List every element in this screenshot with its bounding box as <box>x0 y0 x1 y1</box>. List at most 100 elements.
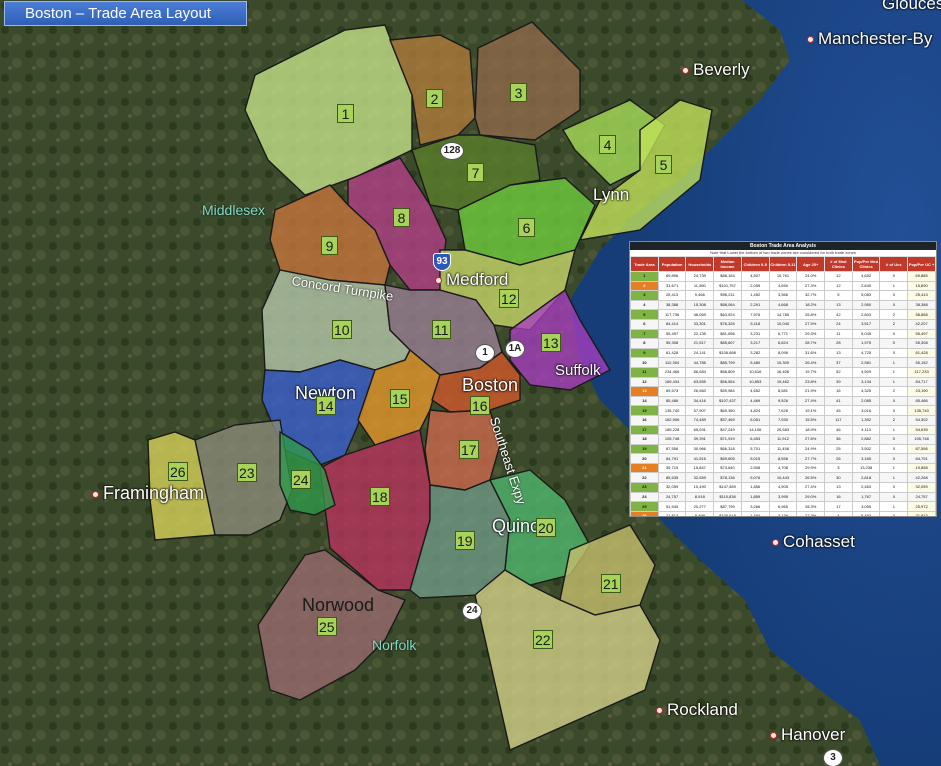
table-row: 22 85,535 32,559 $78,136 5,076 10,443 26.5% 30 2… <box>630 472 936 484</box>
table-cell: 5,480 <box>740 357 770 368</box>
table-cell: 5,118 <box>740 318 770 330</box>
table-cell: 1,452 <box>740 290 770 301</box>
table-cell: 11 <box>824 328 853 340</box>
table-cell: 1 <box>879 462 909 474</box>
table-cell: 5,076 <box>740 472 770 484</box>
table-cell: 4,652 <box>851 271 881 282</box>
place-manchester-label: Manchester-By <box>818 29 933 48</box>
table-cell: 39 <box>824 376 853 388</box>
table-cell: 12 <box>824 271 853 282</box>
zone-label-7: 7 <box>467 163 484 182</box>
table-cell: 4,469 <box>740 395 770 407</box>
table-cell: 21,813 <box>907 510 936 516</box>
table-cell: 19,462 <box>768 376 798 388</box>
place-medford: Medford <box>435 270 508 290</box>
table-cell: 13,238 <box>851 462 881 474</box>
place-rockland: Rockland <box>656 700 738 720</box>
table-cell: 32.7% <box>796 290 826 301</box>
table-cell: 42,207 <box>907 318 936 330</box>
table-cell: 0 <box>879 510 909 516</box>
table-cell: 6,824 <box>768 338 798 349</box>
table-cell: 4,509 <box>851 366 881 378</box>
city-dot-icon <box>772 539 779 547</box>
interstate-93-shield-icon: 93 <box>433 253 451 271</box>
table-cell: 15,847 <box>685 462 715 474</box>
table-cell: 55,497 <box>907 328 936 340</box>
table-cell: 14 <box>630 395 659 407</box>
table-cell: 5 <box>824 290 853 301</box>
table-row: 5 117,736 46,059 $63,924 7,976 14,785 25.8% 42 2… <box>630 309 936 320</box>
table-cell: 3,217 <box>740 338 770 349</box>
city-dot-icon <box>770 732 777 740</box>
route-1a-shield-icon: 1A <box>505 340 525 358</box>
table-cell: 21 <box>630 462 659 474</box>
table-cell: 5 <box>630 309 659 320</box>
table-cell: 2 <box>879 414 909 426</box>
table-cell: 87,556 <box>907 443 936 455</box>
map-stage[interactable]: Boston – Trade Area Layout Glouces Manch… <box>0 0 941 766</box>
zone-label-21: 21 <box>601 574 621 593</box>
table-row: 19 87,556 30,966 $66,318 5,701 11,458 24.9% 25 3… <box>630 443 936 455</box>
table-row: 21 39,715 15,847 $73,640 2,508 4,708 29.9% 3 13,… <box>630 462 936 474</box>
table-cell: 13 <box>824 347 853 359</box>
table-cell: 46,059 <box>685 309 715 320</box>
region-suffolk: Suffolk <box>555 362 601 379</box>
table-cell: 1 <box>879 501 909 512</box>
table-cell: 2 <box>630 280 659 292</box>
table-row: 15 135,740 57,907 $69,350 4,824 7,626 19.1% 45 3… <box>630 405 936 416</box>
zone-label-26: 26 <box>168 462 188 481</box>
place-cohasset: Cohasset <box>772 532 855 552</box>
table-cell: $56,554 <box>713 376 742 388</box>
table-cell: 4,905 <box>768 482 798 493</box>
table-cell: 105,748 <box>907 434 936 445</box>
place-hanover: Hanover <box>770 725 845 745</box>
table-row: 8 55,308 21,517 $85,607 3,217 6,824 28.7% 28 1,9… <box>630 338 936 349</box>
table-cell: 28 <box>824 338 853 349</box>
table-cell: 1 <box>879 376 909 388</box>
table-row: 4 38,388 15,308 $88,064 2,291 4,668 18.2% 13 2,9… <box>630 299 936 311</box>
table-cell: 6,771 <box>768 328 798 340</box>
table-cell: 13 <box>824 482 853 493</box>
table-cell: 117,233 <box>907 366 936 378</box>
table-header-cell: Households <box>685 256 715 272</box>
zone-label-5: 5 <box>655 155 672 174</box>
table-header-cell: Children 5-11 <box>768 256 798 272</box>
table-cell: 15 <box>630 405 659 416</box>
table-cell: 5,701 <box>740 443 770 455</box>
table-cell: 34,416 <box>685 395 715 407</box>
table-cell: 26.4% <box>796 357 826 368</box>
table-cell: 27.3% <box>796 280 826 292</box>
table-cell: 7,930 <box>768 414 798 426</box>
table-cell: $101,757 <box>713 280 742 292</box>
table-cell: 55,497 <box>657 328 687 340</box>
table-cell: 4,113 <box>851 424 881 436</box>
table-cell: 54,302 <box>907 414 936 426</box>
table-cell: 25,972 <box>907 501 936 512</box>
table-cell: 2,463 <box>851 482 881 493</box>
zone-label-15: 15 <box>390 389 410 408</box>
table-cell: 117 <box>824 414 853 426</box>
table-cell: 169,434 <box>657 376 687 388</box>
table-cell: $106,688 <box>713 347 742 359</box>
table-cell: 3 <box>630 290 659 301</box>
table-cell: 7 <box>630 328 659 340</box>
place-manchester: Manchester-By <box>807 29 932 49</box>
table-cell: 85,535 <box>657 472 687 484</box>
table-cell: 1 <box>879 366 909 378</box>
table-cell: 0 <box>879 434 909 445</box>
table-cell: 8,096 <box>768 347 798 359</box>
zone-label-22: 22 <box>533 630 553 649</box>
trade-area-analysis-table: Boston Trade Area Analysis Note that Low… <box>629 241 937 517</box>
table-cell: 52 <box>824 366 853 378</box>
table-cell: 84,717 <box>907 376 936 388</box>
table-cell: $88,154 <box>713 271 742 282</box>
table-cell: 14,785 <box>768 309 798 320</box>
table-cell: 2 <box>879 318 909 330</box>
table-cell: 9,466 <box>685 290 715 301</box>
table-cell: 0 <box>879 395 909 407</box>
table-cell: 74,489 <box>685 414 715 426</box>
table-cell: 23,190 <box>907 386 936 397</box>
table-cell: 31,671 <box>657 280 687 292</box>
table-cell: 2 <box>879 309 909 320</box>
table-cell: 13 <box>630 386 659 397</box>
